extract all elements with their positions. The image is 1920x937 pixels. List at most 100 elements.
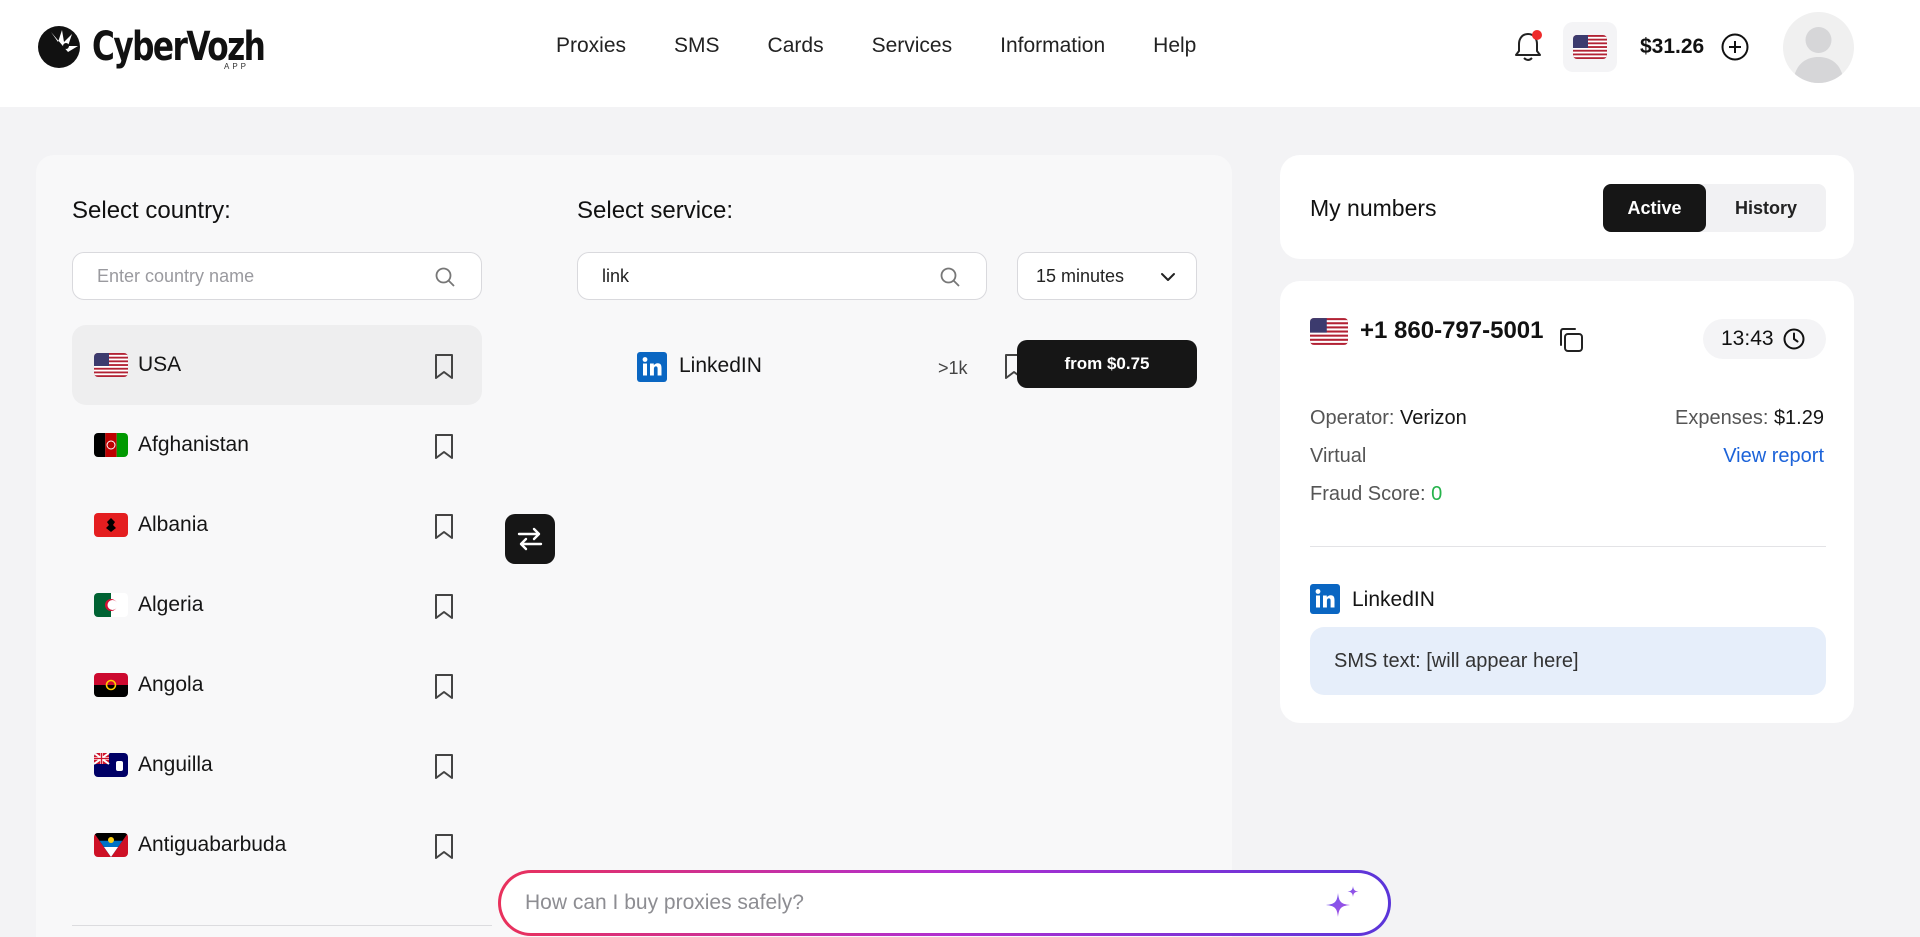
fraud-score-label: Fraud Score:	[1310, 483, 1426, 505]
bookmark-icon[interactable]	[432, 353, 456, 380]
country-item-afghanistan[interactable]: Afghanistan	[72, 405, 482, 485]
sms-order-panel: Select country: USA Afghanistan Albania	[36, 155, 1232, 937]
view-report-link[interactable]: View report	[1723, 445, 1824, 468]
my-numbers-header: My numbers Active History	[1280, 155, 1854, 259]
duration-select[interactable]: 15 minutes	[1017, 252, 1197, 300]
nav-help[interactable]: Help	[1153, 34, 1196, 58]
ai-assistant-input[interactable]	[525, 891, 1259, 915]
us-flag-icon	[1310, 317, 1348, 345]
number-tabs: Active History	[1603, 184, 1826, 232]
swap-arrows-icon	[517, 527, 543, 551]
dz-flag-icon	[94, 593, 128, 617]
sms-text: SMS text: [will appear here]	[1334, 649, 1579, 672]
top-header: CyberVozh APP Proxies SMS Cards Services…	[0, 0, 1920, 107]
search-icon[interactable]	[433, 265, 457, 289]
sms-text-box: SMS text: [will appear here]	[1310, 627, 1826, 695]
country-name: Angola	[138, 673, 204, 696]
country-name: Afghanistan	[138, 433, 249, 456]
service-search	[577, 252, 987, 300]
country-item-angola[interactable]: Angola	[72, 645, 482, 725]
bookmark-icon[interactable]	[432, 513, 456, 540]
my-numbers-title: My numbers	[1310, 195, 1437, 221]
nav-information[interactable]: Information	[1000, 34, 1105, 58]
nav-cards[interactable]: Cards	[768, 34, 824, 58]
swap-button[interactable]	[505, 514, 555, 564]
tab-active[interactable]: Active	[1603, 184, 1706, 232]
fraud-score-line: Fraud Score: 0	[1310, 483, 1442, 506]
expenses-line: Expenses: $1.29	[1675, 407, 1824, 430]
nav-proxies[interactable]: Proxies	[556, 34, 626, 58]
number-type: Virtual	[1310, 445, 1367, 467]
us-flag-icon	[1573, 35, 1607, 59]
nav-sms[interactable]: SMS	[674, 34, 720, 58]
nav-services[interactable]: Services	[872, 34, 953, 58]
logo[interactable]: CyberVozh	[36, 20, 313, 74]
copy-icon[interactable]	[1556, 325, 1586, 355]
bookmark-icon[interactable]	[432, 753, 456, 780]
balance: $31.26	[1640, 35, 1705, 58]
country-section-title: Select country:	[72, 197, 231, 224]
user-silhouette-icon	[1793, 27, 1844, 83]
clock-icon	[1783, 328, 1805, 350]
notification-dot	[1532, 30, 1542, 40]
number-detail-card: +1 860-797-5001 13:43 Operator: Verizon …	[1280, 281, 1854, 723]
ai-flag-icon	[94, 753, 128, 777]
country-item-antiguabarbuda[interactable]: Antiguabarbuda	[72, 805, 482, 885]
service-count: >1k	[938, 358, 968, 378]
ai-assistant-bar	[498, 870, 1391, 936]
service-row-linkedin[interactable]: LinkedIN >1k from $0.75	[601, 340, 1201, 390]
service-name: LinkedIN	[679, 354, 762, 377]
bookmark-icon[interactable]	[432, 673, 456, 700]
bookmark-icon[interactable]	[432, 833, 456, 860]
operator-line: Operator: Verizon	[1310, 407, 1467, 430]
country-name: Anguilla	[138, 753, 213, 776]
duration-value: 15 minutes	[1036, 265, 1125, 286]
add-funds-icon[interactable]	[1720, 32, 1750, 62]
linkedin-icon	[637, 352, 667, 382]
list-divider	[72, 925, 492, 926]
chevron-down-icon	[1161, 273, 1175, 281]
linkedin-icon	[1310, 584, 1340, 614]
al-flag-icon	[94, 513, 128, 537]
us-flag-icon	[94, 353, 128, 377]
country-name: USA	[138, 353, 182, 376]
operator-label: Operator:	[1310, 407, 1395, 429]
timer: 13:43	[1703, 319, 1826, 359]
bookmark-icon[interactable]	[432, 433, 456, 460]
logo-subtext: APP	[224, 62, 250, 71]
service-section-title: Select service:	[577, 197, 734, 224]
country-item-anguilla[interactable]: Anguilla	[72, 725, 482, 805]
country-name: Antiguabarbuda	[138, 833, 287, 856]
country-name: Albania	[138, 513, 209, 536]
country-search	[72, 252, 482, 300]
country-list: USA Afghanistan Albania Algeria Angola A…	[72, 325, 482, 885]
operator-value: Verizon	[1400, 407, 1467, 429]
logo-mark-icon	[38, 26, 80, 68]
language-selector[interactable]	[1563, 22, 1617, 72]
avatar[interactable]	[1783, 12, 1854, 83]
search-icon[interactable]	[938, 265, 962, 289]
af-flag-icon	[94, 433, 128, 457]
phone-row: +1 860-797-5001	[1310, 317, 1544, 345]
bookmark-icon[interactable]	[432, 593, 456, 620]
sparkle-icon[interactable]	[1322, 883, 1364, 925]
main-nav: Proxies SMS Cards Services Information H…	[556, 34, 1244, 58]
ai-assistant-inner	[501, 873, 1388, 933]
service-search-input[interactable]	[602, 265, 917, 287]
detail-divider	[1310, 546, 1826, 547]
country-search-input[interactable]	[97, 265, 412, 287]
timer-value: 13:43	[1721, 327, 1774, 350]
country-item-algeria[interactable]: Algeria	[72, 565, 482, 645]
tab-history[interactable]: History	[1706, 184, 1826, 232]
fraud-score-value: 0	[1431, 483, 1443, 505]
buy-button[interactable]: from $0.75	[1017, 340, 1197, 388]
country-item-usa[interactable]: USA	[72, 325, 482, 405]
country-item-albania[interactable]: Albania	[72, 485, 482, 565]
expenses-label: Expenses:	[1674, 407, 1769, 429]
phone-number: +1 860-797-5001	[1360, 317, 1544, 344]
country-name: Algeria	[138, 593, 204, 616]
number-service-name: LinkedIN	[1352, 588, 1435, 611]
ag-flag-icon	[94, 833, 128, 857]
expenses-value: $1.29	[1773, 407, 1824, 429]
ao-flag-icon	[94, 673, 128, 697]
